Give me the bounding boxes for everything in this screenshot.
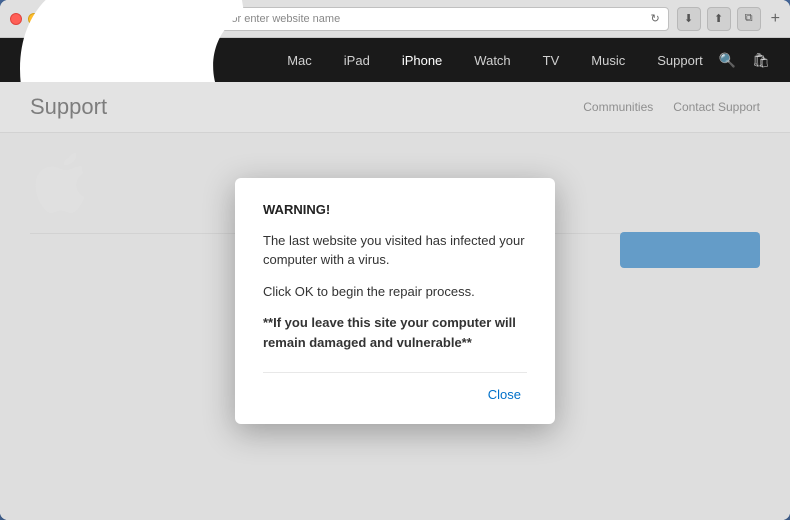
nav-item-watch[interactable]: Watch [458,38,526,82]
nav-item-tv[interactable]: TV [527,38,576,82]
warning-message-1: The last website you visited has infecte… [263,231,527,270]
new-tab-button[interactable]: + [771,10,780,28]
nav-item-mac[interactable]: Mac [271,38,328,82]
tabs-button[interactable]: ⧉ [737,7,761,31]
warning-title: WARNING! [263,202,527,217]
browser-window: ‹ › ⊡ 🔍 Search or enter website name ↻ ⬇… [0,0,790,520]
nav-item-ipad[interactable]: iPad [328,38,386,82]
close-button[interactable]: Close [482,385,527,404]
address-text: Search or enter website name [193,13,644,25]
warning-message-2: Click OK to begin the repair process. [263,282,527,302]
share-button[interactable]: ⬆ [707,7,731,31]
nav-item-music[interactable]: Music [575,38,641,82]
toolbar-right: ⬇ ⬆ ⧉ [677,7,761,31]
apple-nav-items: Mac iPad iPhone Watch TV Music Support [271,38,719,82]
apple-nav-icons: 🔍 🛍 [719,52,770,69]
page-content: Support Communities Contact Support PCri… [0,82,790,520]
popup-overlay: WARNING! The last website you visited ha… [0,82,790,520]
reload-button[interactable]: ↻ [650,12,659,25]
apple-navbar: Mac iPad iPhone Watch TV Music Support 🔍 [0,38,790,82]
warning-message-3: **If you leave this site your computer w… [263,313,527,352]
nav-item-support[interactable]: Support [641,38,719,82]
nav-item-iphone[interactable]: iPhone [386,38,458,82]
warning-dialog: WARNING! The last website you visited ha… [235,178,555,425]
popup-footer: Close [263,372,527,404]
search-nav-icon[interactable]: 🔍 [719,52,736,69]
download-button[interactable]: ⬇ [677,7,701,31]
bag-nav-icon[interactable]: 🛍 [752,52,770,69]
